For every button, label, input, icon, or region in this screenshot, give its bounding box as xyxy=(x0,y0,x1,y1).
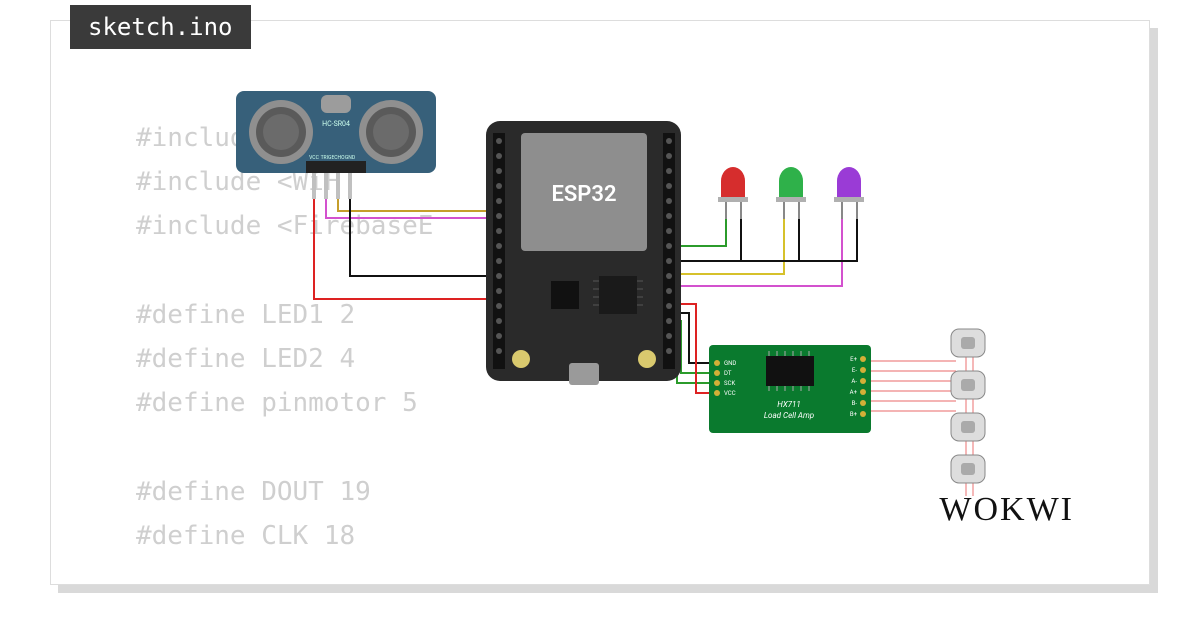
load-cell-3 xyxy=(951,413,985,441)
led-purple xyxy=(834,167,864,219)
esp32-board: ESP32 xyxy=(486,121,681,385)
svg-text:GND: GND xyxy=(345,155,355,161)
load-cell-2 xyxy=(951,371,985,399)
svg-text:ECHO: ECHO xyxy=(331,155,345,161)
preview-card: #include <HX7 #include <WiF #include <Fi… xyxy=(50,20,1150,585)
svg-text:E+: E+ xyxy=(850,356,857,363)
wire-hcsr04-trig xyxy=(326,199,498,218)
load-cells xyxy=(951,329,985,483)
wire-led-green-c xyxy=(670,216,799,261)
led-green xyxy=(776,167,806,219)
svg-text:VCC: VCC xyxy=(309,155,319,161)
svg-text:B+: B+ xyxy=(850,411,858,418)
hx711-board: HX711 Load Cell Amp GND DT SCK VCC E+ E-… xyxy=(709,345,871,433)
svg-text:A+: A+ xyxy=(850,389,858,396)
load-cell-1 xyxy=(951,329,985,357)
hcsr04-label: HC-SR04 xyxy=(322,120,350,128)
wire-led-pur-a xyxy=(670,216,842,286)
svg-text:SCK: SCK xyxy=(724,380,735,387)
wire-led-pur-c xyxy=(670,216,857,261)
svg-text:A-: A- xyxy=(851,378,857,385)
svg-text:DT: DT xyxy=(724,370,732,377)
esp32-label: ESP32 xyxy=(551,182,616,207)
circuit-diagram: HC-SR04 VCC TRIG ECHO GND xyxy=(221,81,1121,561)
svg-text:TRIG: TRIG xyxy=(321,155,332,161)
file-tab[interactable]: sketch.ino xyxy=(70,5,251,49)
svg-text:GND: GND xyxy=(724,360,736,367)
wire-hcsr04-echo xyxy=(338,199,498,211)
load-cell-4 xyxy=(951,455,985,483)
svg-text:E-: E- xyxy=(852,367,857,374)
led-red xyxy=(718,167,748,219)
svg-text:B-: B- xyxy=(852,400,858,407)
svg-text:HX711: HX711 xyxy=(777,400,801,409)
svg-text:VCC: VCC xyxy=(724,390,736,397)
wokwi-logo: WOKWI xyxy=(939,491,1074,529)
hcsr04-sensor: HC-SR04 VCC TRIG ECHO GND xyxy=(236,91,436,199)
svg-text:Load Cell Amp: Load Cell Amp xyxy=(764,411,814,420)
wire-hcsr04-vcc xyxy=(314,199,498,299)
